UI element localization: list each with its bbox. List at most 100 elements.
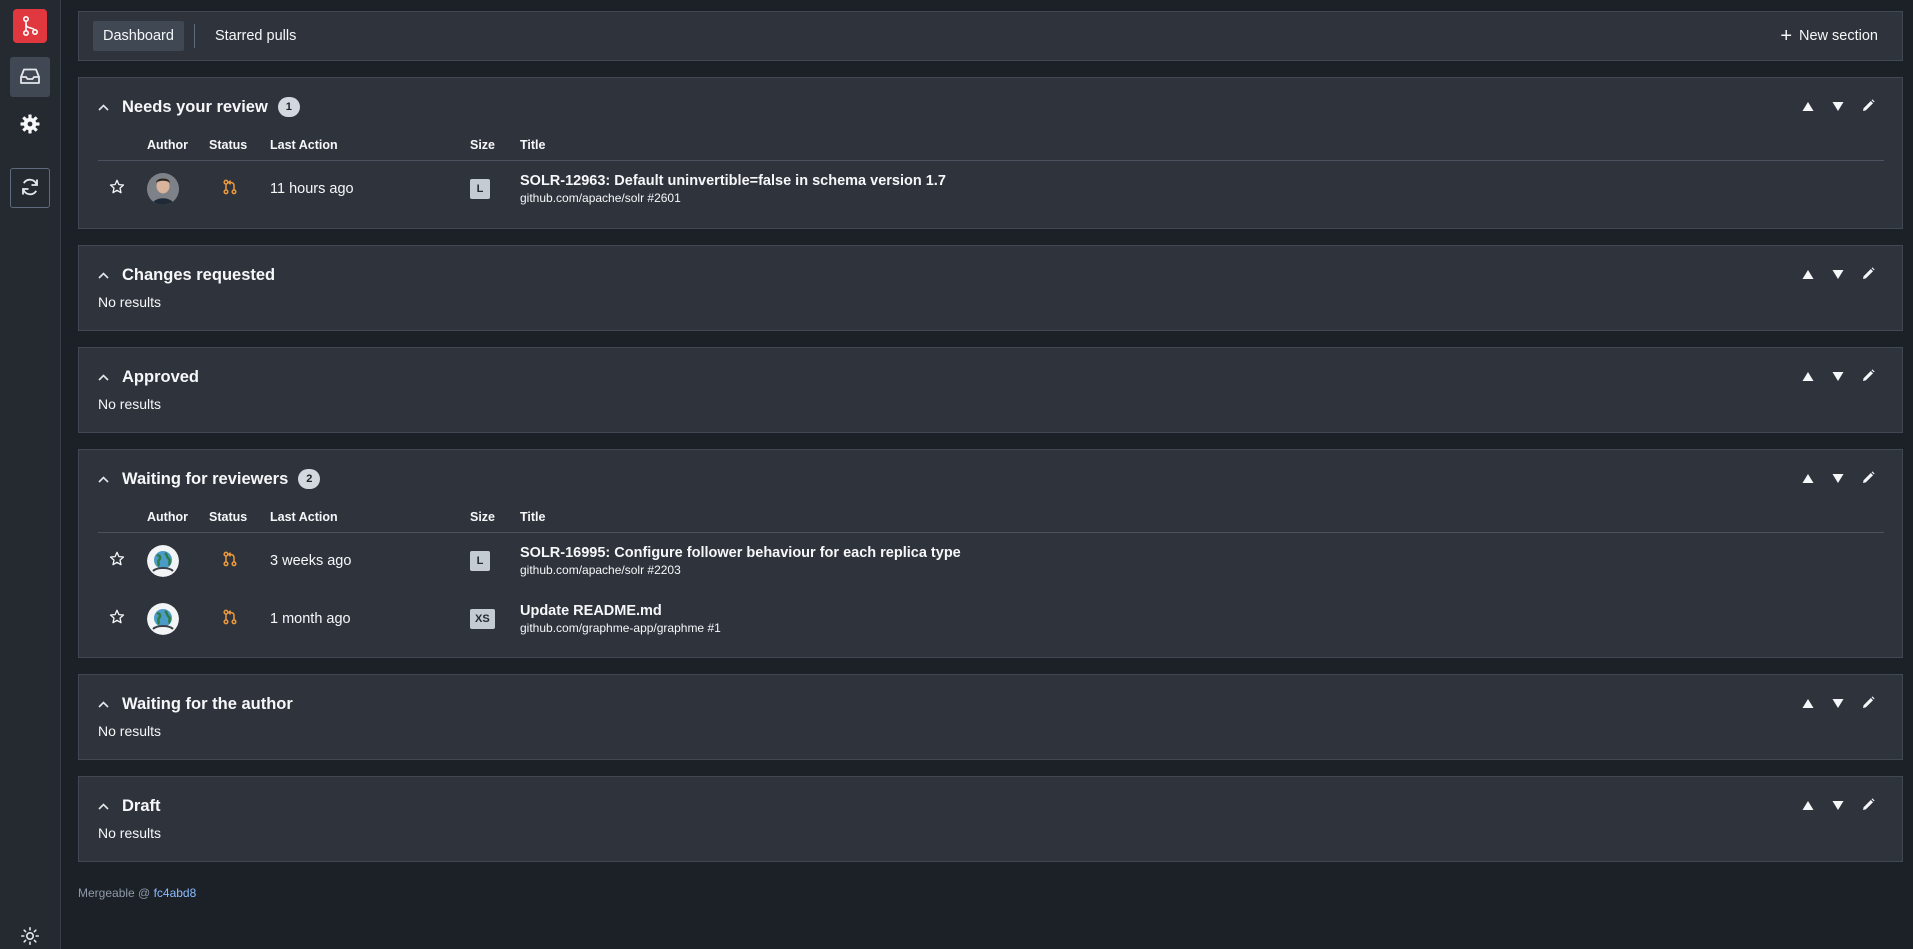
size-badge: L [470, 551, 490, 572]
col-status: Status [209, 508, 270, 533]
git-pull-request-icon [222, 551, 238, 571]
section-actions [1800, 369, 1876, 383]
move-down-icon[interactable] [1830, 269, 1846, 280]
pulls-table: Author Status Last Action Size Title 11 hours… [98, 136, 1884, 218]
avatar [147, 602, 209, 635]
chevron-up-icon[interactable] [98, 799, 118, 813]
no-results-text: No results [98, 723, 162, 739]
edit-icon[interactable] [1860, 99, 1876, 113]
git-branch-icon [13, 9, 47, 43]
section-list: Needs your review 1 Author Status Last Actio… [78, 77, 1903, 862]
nav-divider [193, 24, 195, 48]
pr-repo: github.com/apache/solr #2601 [520, 191, 681, 206]
section-actions [1800, 696, 1876, 710]
move-down-icon[interactable] [1830, 101, 1846, 112]
col-author: Author [147, 508, 209, 533]
move-down-icon[interactable] [1830, 800, 1846, 811]
git-pull-request-icon [222, 609, 238, 629]
section-card: Changes requested No results [78, 245, 1903, 331]
section-actions [1800, 471, 1876, 485]
size-badge: XS [470, 608, 495, 629]
section-card: Needs your review 1 Author Status Last Actio… [78, 77, 1903, 229]
section-card: Approved No results [78, 347, 1903, 433]
table-row[interactable]: 11 hours ago L SOLR-12963: Default uninver… [98, 160, 1884, 218]
section-card: Draft No results [78, 776, 1903, 862]
table-header-row: Author Status Last Action Size Title [98, 136, 1884, 161]
pr-title-link[interactable]: Update README.md [520, 603, 1884, 619]
tab-dashboard[interactable]: Dashboard [93, 21, 184, 51]
star-icon[interactable] [109, 179, 125, 199]
plus-icon: + [1780, 25, 1793, 47]
move-up-icon[interactable] [1800, 800, 1816, 811]
move-up-icon[interactable] [1800, 101, 1816, 112]
refresh-button[interactable] [10, 168, 50, 208]
top-navbar: Dashboard Starred pulls + New section [78, 11, 1903, 61]
move-up-icon[interactable] [1800, 473, 1816, 484]
main-content: Dashboard Starred pulls + New section Ne… [78, 11, 1903, 900]
move-down-icon[interactable] [1830, 371, 1846, 382]
chevron-up-icon[interactable] [98, 370, 118, 384]
edit-icon[interactable] [1860, 267, 1876, 281]
move-up-icon[interactable] [1800, 371, 1816, 382]
count-badge: 1 [277, 97, 300, 117]
move-up-icon[interactable] [1800, 698, 1816, 709]
section-header[interactable]: Waiting for reviewers 2 [98, 450, 1884, 508]
section-title: Waiting for the author [122, 694, 293, 713]
col-size: Size [470, 508, 520, 533]
section-title: Approved [122, 367, 200, 386]
move-up-icon[interactable] [1800, 269, 1816, 280]
section-card: Waiting for reviewers 2 Author Status Last A… [78, 449, 1903, 658]
no-results-text: No results [98, 396, 162, 412]
commit-link[interactable]: fc4abd8 [154, 886, 197, 900]
tab-starred-pulls[interactable]: Starred pulls [205, 21, 306, 51]
section-actions [1800, 798, 1876, 812]
size-badge: L [470, 179, 490, 200]
app-logo[interactable] [10, 6, 50, 46]
inbox-button[interactable] [10, 57, 50, 97]
pr-repo: github.com/graphme-app/graphme #1 [520, 620, 721, 635]
edit-icon[interactable] [1860, 471, 1876, 485]
edit-icon[interactable] [1860, 696, 1876, 710]
chevron-up-icon[interactable] [98, 268, 118, 282]
chevron-up-icon[interactable] [98, 100, 118, 114]
section-title: Changes requested [122, 265, 276, 284]
table-row[interactable]: 3 weeks ago L SOLR-16995: Configure follow… [98, 532, 1884, 590]
new-section-label: New section [1799, 28, 1878, 44]
move-down-icon[interactable] [1830, 473, 1846, 484]
edit-icon[interactable] [1860, 369, 1876, 383]
section-title: Waiting for reviewers [122, 469, 289, 488]
section-header[interactable]: Needs your review 1 [98, 78, 1884, 136]
section-actions [1800, 267, 1876, 281]
git-pull-request-icon [222, 179, 238, 199]
count-badge: 2 [298, 469, 321, 489]
pulls-table: Author Status Last Action Size Title 3 weeks … [98, 508, 1884, 647]
table-row[interactable]: 1 month ago XS Update README.md github.com/… [98, 590, 1884, 647]
section-title: Draft [122, 796, 161, 815]
avatar [147, 545, 209, 578]
col-last-action: Last Action [270, 508, 470, 533]
avatar [147, 173, 209, 206]
edit-icon[interactable] [1860, 798, 1876, 812]
col-size: Size [470, 136, 520, 161]
refresh-icon [20, 177, 40, 200]
footer-prefix: Mergeable @ [78, 886, 154, 900]
pr-title-link[interactable]: SOLR-16995: Configure follower behaviour… [520, 545, 1884, 561]
no-results-text: No results [98, 825, 162, 841]
section-title: Needs your review [122, 97, 268, 116]
theme-toggle[interactable] [15, 924, 45, 949]
col-author: Author [147, 136, 209, 161]
col-title: Title [520, 136, 1884, 161]
sidebar [0, 0, 61, 949]
chevron-up-icon[interactable] [98, 697, 118, 711]
move-down-icon[interactable] [1830, 698, 1846, 709]
last-action: 3 weeks ago [270, 553, 352, 570]
col-title: Title [520, 508, 1884, 533]
star-icon[interactable] [109, 551, 125, 571]
pr-title-link[interactable]: SOLR-12963: Default uninvertible=false i… [520, 173, 1884, 189]
star-icon[interactable] [109, 609, 125, 629]
settings-button[interactable] [10, 105, 50, 145]
new-section-button[interactable]: + New section [1780, 25, 1888, 47]
chevron-up-icon[interactable] [98, 472, 118, 486]
inbox-icon [20, 68, 40, 87]
footer: Mergeable @ fc4abd8 [78, 886, 1903, 900]
